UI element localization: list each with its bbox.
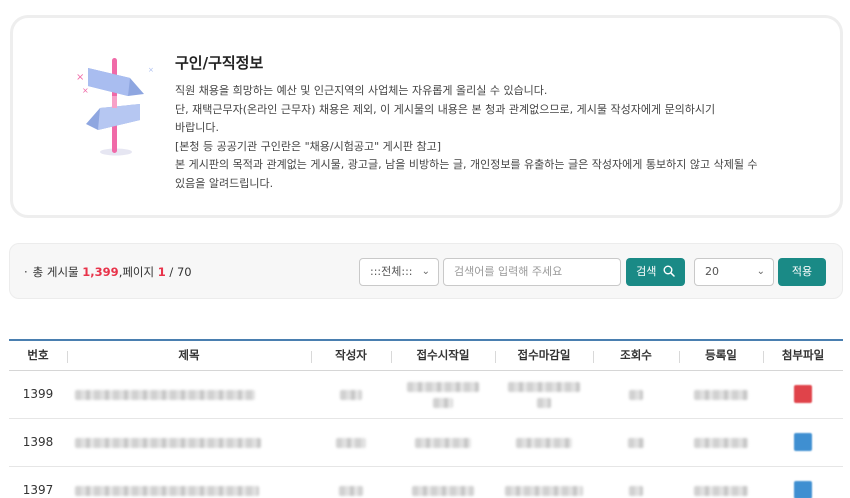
attachment-cell[interactable] [763, 466, 843, 498]
notice-line: 바랍니다. [175, 121, 219, 134]
total-count: 1,399 [82, 265, 119, 279]
post-number: 1399 [9, 370, 67, 419]
table-header-row: 번호 제목 작성자 접수시작일 접수마감일 조회수 등록일 첨부파일 [9, 340, 843, 371]
page-label: 페이지 [122, 265, 155, 279]
file-icon[interactable] [794, 433, 812, 451]
table-row[interactable]: 1398 [9, 418, 843, 467]
notice-line: 본 게시판의 목적과 관계없는 게시물, 광고글, 남을 비방하는 글, 개인정… [175, 158, 758, 171]
post-title-link[interactable] [67, 370, 311, 419]
column-header-start-date: 접수시작일 [391, 340, 495, 371]
column-header-attachment: 첨부파일 [763, 340, 843, 371]
post-end-date [495, 466, 593, 498]
search-field-value: :::전체::: [370, 265, 413, 278]
column-header-views: 조회수 [593, 340, 679, 371]
post-end-date [495, 418, 593, 467]
post-reg-date [679, 418, 763, 467]
column-header-number: 번호 [9, 340, 67, 371]
page-size-value: 20 [705, 265, 719, 278]
search-placeholder: 검색어를 입력해 주세요 [454, 265, 563, 278]
table-row[interactable]: 1397 [9, 466, 843, 498]
post-start-date [391, 370, 495, 419]
notice-box: × × × 구인/구직정보 직원 채용을 희망하는 예산 및 인근지역의 사업체… [10, 15, 843, 218]
column-header-title: 제목 [67, 340, 311, 371]
post-number: 1397 [9, 466, 67, 498]
post-title-link[interactable] [67, 418, 311, 467]
column-header-reg-date: 등록일 [679, 340, 763, 371]
post-reg-date [679, 466, 763, 498]
post-reg-date [679, 370, 763, 419]
post-views [593, 418, 679, 467]
svg-text:×: × [82, 86, 89, 95]
bullet: · [24, 265, 28, 279]
attachment-cell[interactable] [763, 370, 843, 419]
total-label: 총 게시물 [32, 265, 79, 279]
apply-button[interactable]: 적용 [778, 258, 826, 286]
file-icon[interactable] [794, 385, 812, 403]
board-table: 번호 제목 작성자 접수시작일 접수마감일 조회수 등록일 첨부파일 1399 … [9, 339, 843, 498]
search-button[interactable]: 검색 [626, 258, 685, 286]
post-title-link[interactable] [67, 466, 311, 498]
current-page: 1 [157, 265, 166, 279]
file-icon[interactable] [794, 481, 812, 498]
notice-line: 직원 채용을 희망하는 예산 및 인근지역의 사업체는 자유롭게 올리실 수 있… [175, 84, 548, 97]
search-input[interactable]: 검색어를 입력해 주세요 [443, 258, 621, 286]
apply-button-label: 적용 [791, 265, 813, 278]
post-author [311, 418, 391, 467]
post-start-date [391, 466, 495, 498]
search-button-label: 검색 [636, 265, 657, 278]
notice-line: 있음을 알려드립니다. [175, 176, 274, 190]
notice-text: 직원 채용을 희망하는 예산 및 인근지역의 사업체는 자유롭게 올리실 수 있… [175, 82, 825, 193]
post-summary: · 총 게시물 1,399,페이지 1 / 70 [24, 264, 192, 280]
page-total: / 70 [169, 265, 192, 279]
notice-line: 단, 재택근무자(온라인 근무자) 채용은 제외, 이 게시물의 내용은 본 청… [175, 102, 716, 116]
post-start-date [391, 418, 495, 467]
post-end-date [495, 370, 593, 419]
svg-text:×: × [148, 66, 154, 74]
post-author [311, 466, 391, 498]
post-author [311, 370, 391, 419]
post-number: 1398 [9, 418, 67, 467]
post-views [593, 370, 679, 419]
chevron-down-icon: ⌄ [756, 266, 765, 277]
search-bar: · 총 게시물 1,399,페이지 1 / 70 :::전체::: ⌄ 검색어를 … [9, 243, 843, 299]
svg-text:×: × [76, 72, 84, 83]
search-field-select[interactable]: :::전체::: ⌄ [359, 258, 439, 286]
signpost-icon: × × × [76, 58, 154, 156]
column-header-end-date: 접수마감일 [495, 340, 593, 371]
chevron-down-icon: ⌄ [421, 266, 430, 277]
notice-line: [본청 등 공공기관 구인란은 "채용/시험공고" 게시판 참고] [175, 139, 442, 153]
attachment-cell[interactable] [763, 418, 843, 467]
column-header-author: 작성자 [311, 340, 391, 371]
search-icon [663, 265, 675, 277]
table-row[interactable]: 1399 [9, 370, 843, 419]
post-views [593, 466, 679, 498]
page-title: 구인/구직정보 [175, 54, 264, 72]
page-size-select[interactable]: 20 ⌄ [694, 258, 774, 286]
